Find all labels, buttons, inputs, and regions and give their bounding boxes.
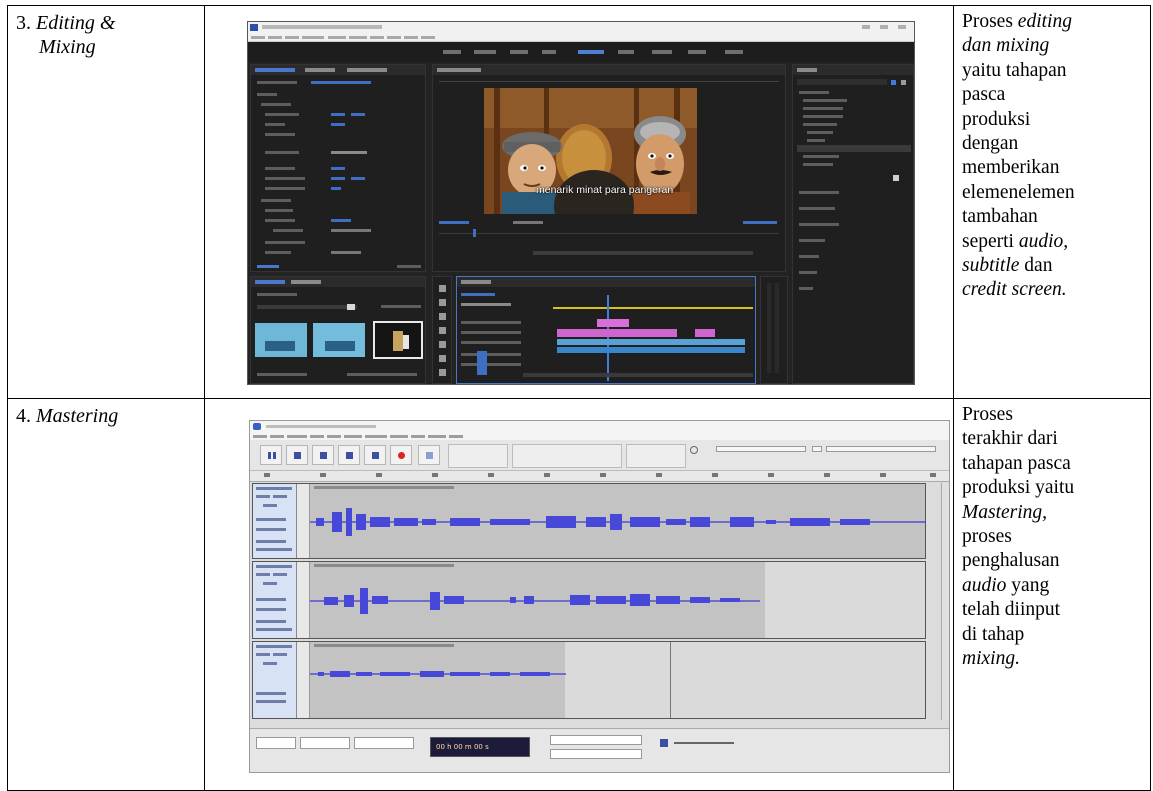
description-line: dengan — [962, 132, 1146, 156]
description-run: tambahan — [962, 206, 1038, 228]
description-line: yaitu tahapan — [962, 59, 1146, 83]
description-line: terakhir dari — [962, 427, 1146, 451]
description-line: tahapan pasca — [962, 452, 1146, 476]
description-run: dengan — [962, 133, 1019, 155]
record-icon — [390, 445, 412, 465]
description-line: credit screen. — [962, 278, 1146, 302]
description-line: mixing. — [962, 647, 1146, 671]
audacity-logo-icon — [253, 423, 261, 430]
loop-icon — [418, 445, 440, 465]
premiere-screenshot: menarik minat para pangeran — [247, 21, 915, 385]
audio-track — [252, 483, 926, 559]
stage-cell: 4. Mastering — [7, 398, 205, 791]
play-icon — [286, 445, 308, 465]
description-run: subtitle — [962, 255, 1020, 277]
audio-track — [252, 561, 926, 639]
description-run: dan — [1019, 255, 1053, 277]
description-line: di tahap — [962, 623, 1146, 647]
stage-name: Mastering — [36, 405, 119, 427]
stage-number: 3. — [16, 12, 31, 34]
waveform — [310, 508, 926, 536]
description-line: memberikan — [962, 156, 1146, 180]
description-line: seperti audio, — [962, 230, 1146, 254]
audacity-screenshot: 00 h 00 m 00 s — [249, 420, 950, 773]
description-cell: Proses terakhir dari tahapan pasca produksi… — [953, 398, 1151, 791]
description-line: Proses — [962, 403, 1146, 427]
skip-end-icon — [364, 445, 386, 465]
description-line: pasca — [962, 83, 1146, 107]
premiere-logo-icon — [250, 24, 258, 31]
table-row: 3. Editing & Mixing menarik minat para p… — [7, 5, 1151, 399]
description-run: tahapan pasca — [962, 452, 1071, 474]
audio-track — [252, 641, 926, 719]
description-run: memberikan — [962, 157, 1060, 179]
description-run: Proses — [962, 11, 1018, 32]
waveform — [310, 671, 566, 677]
subtitle-text: menarik minat para pangeran — [536, 184, 674, 196]
video-frame: menarik minat para pangeran — [484, 88, 697, 214]
description-run: mixing. — [962, 648, 1020, 670]
description-text: Proses terakhir dari tahapan pasca produksi… — [962, 403, 1146, 671]
description-text: Proses editing dan mixing yaitu tahapan pas… — [962, 10, 1146, 303]
description-line: penghalusan — [962, 549, 1146, 573]
description-run: terakhir dari — [962, 428, 1058, 450]
stage-cell: 3. Editing & Mixing — [7, 5, 205, 399]
screenshot-cell: menarik minat para pangeran — [204, 5, 954, 399]
description-run: seperti — [962, 230, 1019, 252]
pause-icon — [260, 445, 282, 465]
stages-table: 3. Editing & Mixing menarik minat para p… — [7, 5, 1151, 791]
stage-number: 4. — [16, 405, 31, 427]
description-run: produksi yaitu — [962, 477, 1075, 499]
description-run: yang — [1006, 574, 1050, 596]
description-run: editing — [1017, 11, 1072, 32]
description-line: elemenelemen — [962, 181, 1146, 205]
description-run: yaitu tahapan — [962, 59, 1067, 81]
skip-start-icon — [338, 445, 360, 465]
description-line: audio yang — [962, 574, 1146, 598]
stage-name-continued: Mixing — [39, 36, 96, 58]
description-run: dan mixing — [962, 35, 1050, 57]
description-cell: Proses editing dan mixing yaitu tahapan pas… — [953, 5, 1151, 399]
time-display: 00 h 00 m 00 s — [436, 743, 489, 751]
description-run: telah diinput — [962, 599, 1061, 621]
waveform — [310, 588, 760, 614]
description-run: penghalusan — [962, 550, 1060, 572]
description-run: Mastering, — [962, 501, 1048, 523]
description-line: telah diinput — [962, 598, 1146, 622]
description-line: proses — [962, 525, 1146, 549]
description-run: credit screen. — [962, 279, 1067, 301]
description-line: produksi — [962, 108, 1146, 132]
description-run: audio, — [1018, 230, 1069, 252]
description-line: Proses editing — [962, 10, 1146, 34]
description-line: dan mixing — [962, 34, 1146, 58]
stage-name: Editing & — [36, 12, 116, 34]
description-line: produksi yaitu — [962, 476, 1146, 500]
description-run: elemenelemen — [962, 181, 1075, 203]
description-run: audio — [962, 574, 1007, 596]
description-run: pasca — [962, 84, 1006, 106]
stop-icon — [312, 445, 334, 465]
description-run: Proses — [962, 404, 1013, 425]
description-run: proses — [962, 526, 1012, 548]
description-line: tambahan — [962, 205, 1146, 229]
table-row: 4. Mastering 00 h 00 m 00 s Proses terak… — [7, 398, 1151, 791]
description-run: di tahap — [962, 623, 1025, 645]
screenshot-cell: 00 h 00 m 00 s — [204, 398, 954, 791]
description-line: Mastering, — [962, 501, 1146, 525]
description-line: subtitle dan — [962, 254, 1146, 278]
description-run: produksi — [962, 108, 1031, 130]
